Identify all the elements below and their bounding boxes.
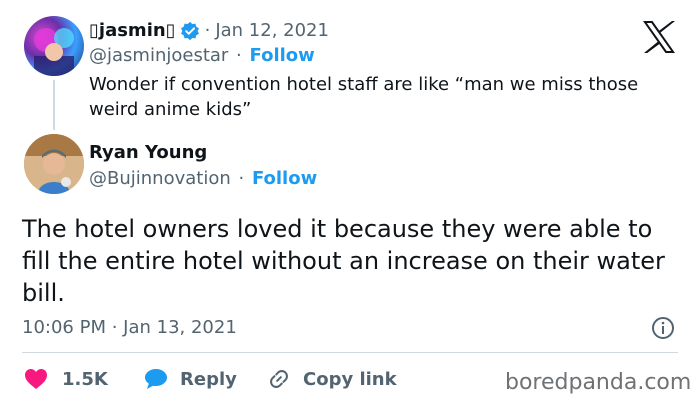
info-icon[interactable] — [651, 316, 675, 340]
parent-tweet-date[interactable]: Jan 12, 2021 — [215, 20, 329, 41]
reply-button[interactable]: Reply — [144, 368, 237, 390]
reply-author-name[interactable]: Ryan Young — [89, 142, 207, 163]
reply-tweet-text: The hotel owners loved it because they w… — [22, 215, 665, 307]
reply-handle[interactable]: @Bujinnovation — [89, 168, 231, 189]
reply-handle-row: @Bujinnovation · Follow — [89, 168, 317, 189]
verified-badge-icon — [180, 21, 200, 41]
reply-timestamp[interactable]: 10:06 PM · Jan 13, 2021 — [22, 317, 237, 338]
like-count: 1.5K — [62, 368, 108, 390]
dot-separator: · — [204, 20, 211, 41]
reply-author-avatar[interactable] — [24, 134, 84, 194]
dot-separator: · — [238, 168, 245, 189]
reply-label: Reply — [180, 368, 237, 390]
divider — [22, 352, 678, 353]
watermark: boredpanda.com — [505, 370, 692, 395]
thread-connector-line — [53, 80, 55, 130]
dot-separator: · — [236, 45, 242, 66]
heart-icon — [24, 368, 48, 390]
follow-button[interactable]: Follow — [252, 168, 317, 189]
follow-button[interactable]: Follow — [250, 45, 315, 66]
parent-author-name[interactable]: ▯jasmin▯ — [89, 20, 176, 41]
copy-link-label: Copy link — [303, 368, 397, 390]
parent-handle-row: @jasminjoestar · Follow — [89, 45, 315, 66]
link-icon — [267, 368, 291, 390]
x-logo-icon[interactable] — [641, 20, 677, 54]
parent-author-avatar[interactable] — [24, 16, 84, 76]
parent-handle[interactable]: @jasminjoestar — [89, 45, 228, 66]
parent-tweet-text: Wonder if convention hotel staff are lik… — [89, 74, 639, 120]
copy-link-button[interactable]: Copy link — [267, 368, 397, 390]
parent-tweet-header: ▯jasmin▯ · Jan 12, 2021 — [89, 20, 329, 41]
like-button[interactable]: 1.5K — [24, 368, 108, 390]
speech-bubble-icon — [144, 368, 168, 390]
